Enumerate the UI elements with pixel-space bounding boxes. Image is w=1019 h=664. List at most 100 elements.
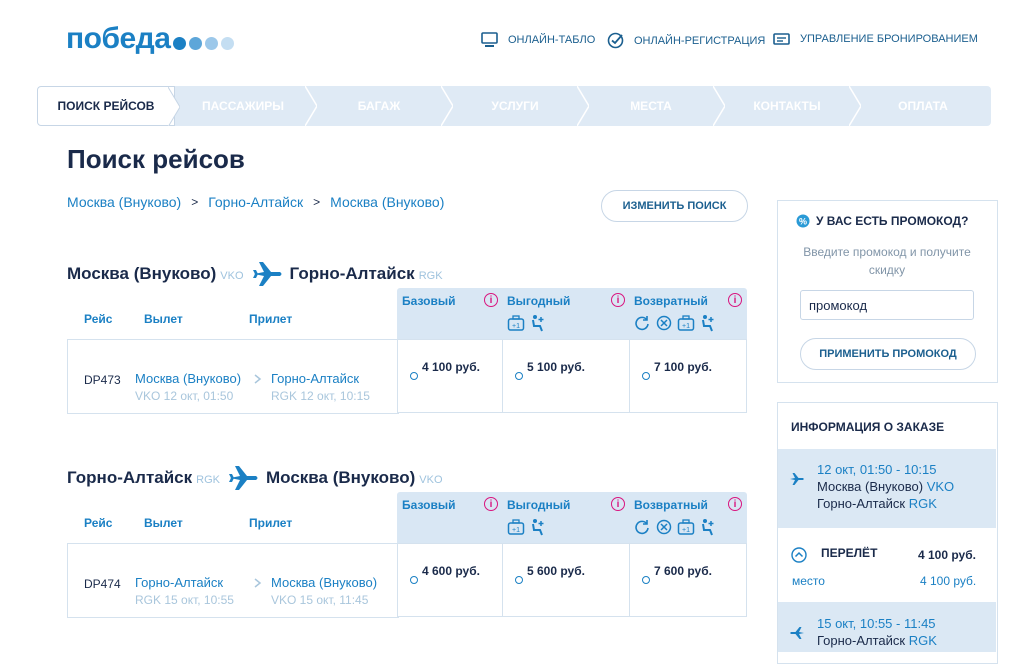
collapse-icon[interactable] (791, 547, 807, 563)
flight-price: 4 100 руб. (918, 548, 976, 562)
fare-profit-label: Выгодный (507, 294, 571, 308)
plane-icon (229, 466, 258, 490)
radio-button[interactable] (410, 372, 418, 380)
step-seats[interactable]: Места (583, 86, 725, 126)
fare-return-label: Возвратный (634, 498, 708, 512)
step-passengers[interactable]: Пассажиры (175, 86, 317, 126)
nav-manage-booking[interactable]: Управление бронированием (773, 32, 978, 46)
cancel-icon (656, 519, 672, 535)
promo-code-input[interactable]: промокод (800, 290, 974, 320)
seat-icon (702, 519, 714, 536)
col-flight: Рейс (84, 516, 113, 530)
segment-origin: Горно-Алтайск RGK (817, 632, 937, 649)
fare-profit-label: Выгодный (507, 498, 571, 512)
leg-origin-code: RGK (196, 474, 220, 486)
radio-button[interactable] (410, 576, 418, 584)
step-seats-label: Места (630, 99, 672, 113)
radio-button[interactable] (642, 576, 650, 584)
nav-online-board-label: Онлайн-табло (508, 34, 596, 46)
step-chevron (168, 87, 180, 126)
radio-button[interactable] (642, 372, 650, 380)
order-segment-details: 12 окт, 01:50 - 10:15 Москва (Внуково) V… (817, 461, 954, 512)
departure-city: Горно-Алтайск (135, 575, 224, 590)
info-icon[interactable]: i (728, 497, 742, 511)
leg-origin: Горно-Алтайск (67, 468, 193, 487)
step-baggage[interactable]: Багаж (311, 86, 453, 126)
monitor-icon (481, 32, 498, 47)
step-chevron (577, 86, 589, 126)
baggage-icon: +1 (507, 519, 525, 535)
step-services[interactable]: Услуги (447, 86, 589, 126)
seat-icon (702, 315, 714, 332)
step-passengers-label: Пассажиры (202, 99, 284, 113)
info-icon[interactable]: i (728, 293, 742, 307)
step-search[interactable]: Поиск рейсов (37, 86, 180, 126)
svg-text:+1: +1 (512, 527, 520, 534)
info-icon[interactable]: i (611, 497, 625, 511)
baggage-icon: +1 (677, 315, 695, 331)
refresh-icon (635, 316, 649, 331)
step-chevron (441, 86, 453, 126)
promo-title: % У вас есть промокод? (796, 214, 968, 228)
segment-time: 12 окт, 01:50 - 10:15 (817, 462, 937, 477)
chevron-right-icon (254, 578, 262, 588)
fare-option-profit[interactable]: 5 100 руб. (502, 339, 630, 413)
card-icon (773, 33, 790, 45)
info-icon[interactable]: i (484, 293, 498, 307)
segment-destination-code: RGK (908, 496, 937, 511)
departure-info: RGK 15 окт, 10:55 (135, 593, 234, 607)
info-icon[interactable]: i (484, 497, 498, 511)
nav-online-checkin[interactable]: Онлайн-регистрация (607, 32, 765, 49)
leg-destination-code: RGK (418, 270, 443, 282)
seat-icon (532, 315, 544, 332)
promo-description: Введите промокод и получите скидку (803, 245, 971, 277)
fare-option-return[interactable]: 7 100 руб. (629, 339, 747, 413)
flight-number: DP474 (84, 577, 121, 591)
segment-origin-code: VKO (926, 479, 955, 494)
change-search-button[interactable]: Изменить поиск (601, 190, 748, 222)
chevron-right-icon (254, 374, 262, 384)
leg-title: Москва (Внуково) VKO Горно-Алтайск RGK (67, 260, 451, 288)
route-separator: > (313, 195, 321, 209)
seat-label: место (792, 574, 825, 588)
apply-promo-button[interactable]: Применить промокод (800, 338, 976, 370)
plane-icon (790, 627, 804, 639)
step-baggage-label: Багаж (357, 99, 401, 113)
svg-text:+1: +1 (682, 323, 690, 330)
fare-return-label: Возвратный (634, 294, 708, 308)
leg-origin-code: VKO (220, 270, 244, 282)
route-breadcrumb: Москва (Внуково) > Горно-Алтайск > Москв… (67, 194, 444, 210)
fare-option-basic[interactable]: 4 100 руб. (397, 339, 503, 413)
baggage-icon: +1 (677, 519, 695, 535)
logo-text: победа (66, 22, 171, 55)
col-arrival: Прилет (249, 516, 293, 530)
step-contacts[interactable]: Контакты (719, 86, 861, 126)
cancel-icon (656, 315, 672, 331)
col-arrival: Прилет (249, 312, 293, 326)
check-circle-icon (607, 32, 624, 49)
fare-option-basic[interactable]: 4 600 руб. (397, 543, 503, 617)
segment-time: 15 окт, 10:55 - 11:45 (817, 616, 936, 631)
radio-button[interactable] (515, 576, 523, 584)
arrival-info: RGK 12 окт, 10:15 (271, 389, 370, 403)
fare-option-return[interactable]: 7 600 руб. (629, 543, 747, 617)
logo[interactable]: победа (66, 22, 237, 56)
fare-option-profit[interactable]: 5 600 руб. (502, 543, 630, 617)
col-flight: Рейс (84, 312, 113, 326)
leg-destination: Москва (Внуково) (266, 468, 416, 487)
col-departure: Вылет (144, 516, 183, 530)
info-icon[interactable]: i (611, 293, 625, 307)
step-contacts-label: Контакты (753, 99, 821, 113)
step-payment[interactable]: Оплата (855, 86, 991, 126)
nav-online-board[interactable]: Онлайн-табло (481, 32, 595, 48)
segment-destination-city: Горно-Алтайск (817, 496, 906, 511)
route-return: Москва (Внуково) (330, 194, 445, 210)
plane-icon (252, 262, 282, 286)
radio-button[interactable] (515, 372, 523, 380)
baggage-icon: +1 (507, 315, 525, 331)
segment-destination: Горно-Алтайск RGK (817, 495, 954, 512)
seat-price: 4 100 руб. (920, 574, 977, 588)
price: 4 600 руб. (422, 564, 480, 578)
refresh-icon (635, 520, 649, 535)
arrival-city: Горно-Алтайск (271, 371, 360, 386)
